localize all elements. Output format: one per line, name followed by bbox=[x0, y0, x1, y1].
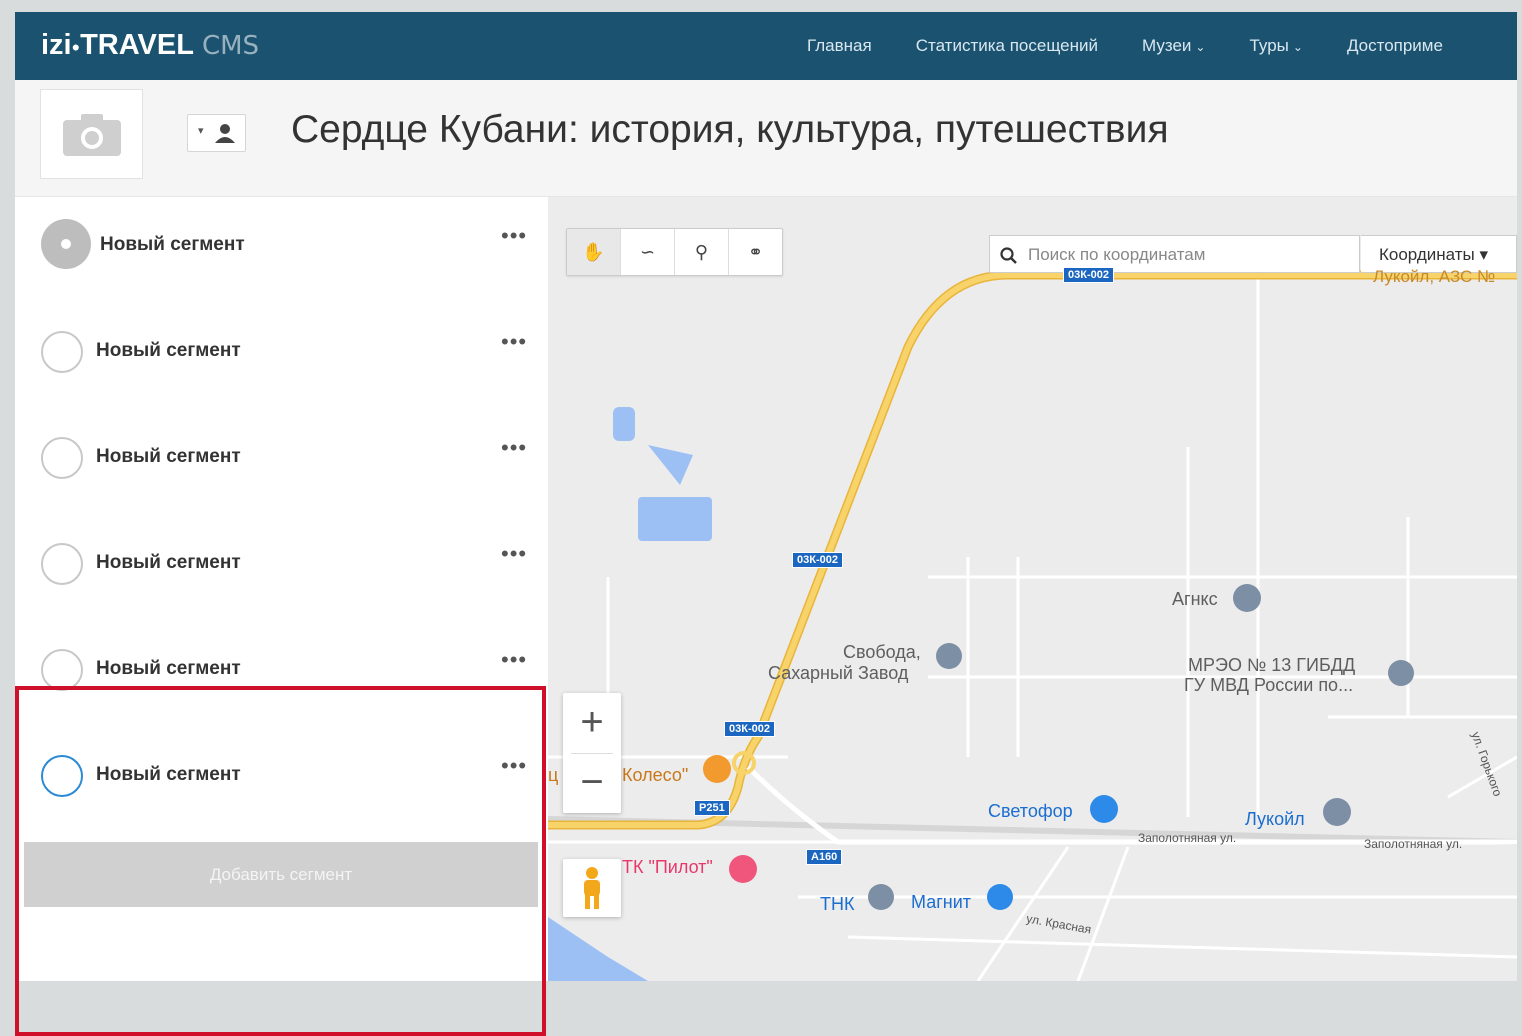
pegman-icon bbox=[584, 867, 600, 909]
road-shield: 03К-002 bbox=[724, 721, 775, 737]
chevron-down-icon: ⌄ bbox=[1292, 40, 1303, 54]
nav-link-label: Туры bbox=[1249, 36, 1289, 55]
pin-icon[interactable]: ⚲ bbox=[675, 229, 729, 275]
map-view[interactable]: ✋ ∽ ⚲ ⚭ Поиск по координатам Координаты … bbox=[548, 197, 1517, 981]
more-icon[interactable]: ••• bbox=[501, 223, 527, 249]
more-icon[interactable]: ••• bbox=[501, 647, 527, 673]
tour-header: ▾ Сердце Кубани: история, культура, путе… bbox=[15, 80, 1517, 197]
map-label: ТНК bbox=[820, 894, 855, 914]
nav-link-label: Достоприме bbox=[1346, 36, 1443, 55]
road-shield: А160 bbox=[806, 849, 843, 865]
street-label: Заполотняная ул. bbox=[1138, 831, 1237, 845]
segment-label: Новый сегмент bbox=[96, 764, 241, 785]
segment-radio[interactable] bbox=[41, 543, 83, 585]
segment-label: Новый сегмент bbox=[96, 340, 241, 361]
zoom-in-button[interactable]: + bbox=[563, 693, 621, 753]
camera-icon bbox=[63, 114, 121, 156]
logo-travel: TRAVEL bbox=[80, 29, 194, 61]
author-dropdown[interactable]: ▾ bbox=[187, 114, 246, 152]
logo-cms: CMS bbox=[201, 31, 260, 61]
nav-link-museums[interactable]: Музеи ⌄ bbox=[1142, 36, 1205, 56]
more-icon[interactable]: ••• bbox=[501, 541, 527, 567]
road-shield: Р251 bbox=[694, 800, 730, 816]
segment-item[interactable]: Новый сегмент ••• bbox=[15, 515, 548, 621]
more-icon[interactable]: ••• bbox=[501, 329, 527, 355]
segment-radio[interactable] bbox=[41, 331, 83, 373]
logo-dot: ● bbox=[71, 38, 81, 55]
nav-link-stats[interactable]: Статистика посещений bbox=[916, 36, 1098, 56]
segment-label: Новый сегмент bbox=[100, 234, 245, 255]
app-window: izi●TRAVEL CMS Главная Статистика посещен… bbox=[15, 12, 1517, 981]
map-tools: ✋ ∽ ⚲ ⚭ bbox=[566, 228, 783, 276]
more-icon[interactable]: ••• bbox=[501, 435, 527, 461]
coordinate-search-input[interactable]: Поиск по координатам bbox=[989, 235, 1360, 273]
map-label: Лукойл bbox=[1245, 809, 1305, 829]
segment-label: Новый сегмент bbox=[96, 658, 241, 679]
map-label: Светофор bbox=[988, 801, 1073, 821]
nav-link-label: Статистика посещений bbox=[915, 36, 1098, 55]
map-label: Сахарный Завод bbox=[768, 663, 909, 683]
logo-brand: izi bbox=[41, 29, 72, 61]
page-title: Сердце Кубани: история, культура, путеше… bbox=[291, 108, 1169, 151]
map-label: Магнит bbox=[911, 892, 972, 912]
zoom-control: + − bbox=[563, 693, 621, 813]
map-label: МРЭО № 13 ГИБДД bbox=[1188, 655, 1356, 675]
segment-label: Новый сегмент bbox=[96, 552, 241, 573]
zoom-out-button[interactable]: − bbox=[563, 753, 621, 813]
nav-link-tours[interactable]: Туры ⌄ bbox=[1249, 36, 1302, 56]
nav-link-label: Главная bbox=[807, 36, 872, 55]
map-label: Лукойл, АЗС № bbox=[1373, 267, 1496, 286]
search-placeholder: Поиск по координатам bbox=[1028, 245, 1206, 264]
segment-label: Новый сегмент bbox=[96, 446, 241, 467]
map-label: ц bbox=[548, 765, 559, 785]
segments-sidebar: Новый сегмент ••• Новый сегмент ••• Новы… bbox=[15, 197, 548, 981]
segment-radio[interactable] bbox=[41, 437, 83, 479]
map-label: Свобода, bbox=[843, 642, 921, 662]
segment-item[interactable]: Новый сегмент ••• bbox=[15, 409, 548, 515]
segment-item-new[interactable]: Новый сегмент ••• bbox=[15, 727, 548, 833]
map-label: ТК "Пилот" bbox=[622, 857, 713, 877]
cover-photo-upload[interactable] bbox=[40, 89, 143, 179]
add-segment-button[interactable]: Добавить сегмент bbox=[24, 842, 538, 907]
road-shield: 03К-002 bbox=[1063, 267, 1114, 283]
more-icon[interactable]: ••• bbox=[501, 753, 527, 779]
compass-icon[interactable]: ⚭ bbox=[729, 229, 782, 275]
top-navigation: izi●TRAVEL CMS Главная Статистика посещен… bbox=[15, 12, 1517, 80]
segment-item[interactable]: Новый сегмент ••• bbox=[15, 621, 548, 727]
caret-down-icon: ▾ bbox=[198, 125, 204, 137]
user-icon bbox=[215, 124, 235, 143]
map-label: Агнкс bbox=[1172, 589, 1218, 609]
polyline-icon[interactable]: ∽ bbox=[621, 229, 675, 275]
street-label: Заполотняная ул. bbox=[1364, 837, 1463, 851]
segment-radio[interactable] bbox=[41, 649, 83, 691]
nav-link-label: Музеи bbox=[1141, 36, 1192, 55]
segment-item[interactable]: Новый сегмент ••• bbox=[15, 303, 548, 409]
chevron-down-icon: ⌄ bbox=[1195, 40, 1206, 54]
hand-icon[interactable]: ✋ bbox=[567, 229, 621, 275]
road-shield: 03К-002 bbox=[792, 552, 843, 568]
segment-item[interactable]: Новый сегмент ••• bbox=[15, 197, 548, 303]
map-label: Колесо" bbox=[622, 765, 689, 785]
search-icon bbox=[1000, 247, 1017, 264]
nav-link-sights[interactable]: Достоприме bbox=[1347, 36, 1443, 56]
segment-radio[interactable] bbox=[41, 219, 91, 269]
street-view-pegman[interactable] bbox=[563, 859, 621, 917]
map-label: ГУ МВД России по... bbox=[1184, 675, 1354, 695]
nav-links: Главная Статистика посещений Музеи ⌄ Туры… bbox=[807, 36, 1487, 56]
segment-radio[interactable] bbox=[41, 755, 83, 797]
nav-link-home[interactable]: Главная bbox=[807, 36, 872, 56]
logo[interactable]: izi●TRAVEL CMS bbox=[41, 29, 259, 62]
